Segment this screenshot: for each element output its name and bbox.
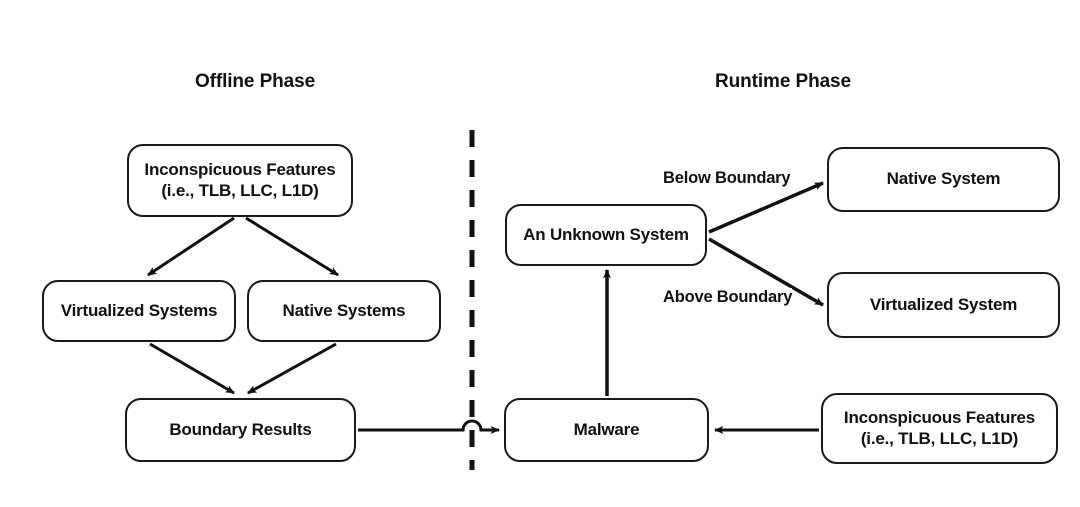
edge-features-to-virtualized — [147, 216, 235, 277]
node-label: Virtualized Systems — [60, 300, 218, 320]
node-malware[interactable]: Malware — [504, 398, 709, 462]
edge-native-to-boundary — [247, 342, 337, 395]
node-label: Malware — [573, 419, 640, 439]
node-virtualized-system[interactable]: Virtualized System — [827, 272, 1060, 338]
node-boundary-results[interactable]: Boundary Results — [125, 398, 356, 462]
diagram-canvas: Offline Phase Runtime Phase Inconspicuou… — [0, 0, 1080, 507]
node-native-systems[interactable]: Native Systems — [247, 280, 441, 342]
node-inconspicuous-features-offline[interactable]: Inconspicuous Features (i.e., TLB, LLC, … — [127, 144, 353, 217]
node-label: An Unknown System — [523, 224, 689, 244]
node-inconspicuous-features-runtime[interactable]: Inconspicuous Features (i.e., TLB, LLC, … — [821, 393, 1058, 464]
edge-features-to-native — [245, 216, 339, 277]
edge-label-below-boundary: Below Boundary — [663, 169, 791, 188]
edge-label-above-boundary: Above Boundary — [663, 288, 793, 307]
node-label: Inconspicuous Features (i.e., TLB, LLC, … — [843, 407, 1036, 448]
edge-virtualized-to-boundary — [149, 342, 235, 395]
node-virtualized-systems[interactable]: Virtualized Systems — [42, 280, 236, 342]
node-label: Native Systems — [282, 300, 406, 320]
phase-title-offline: Offline Phase — [194, 71, 316, 92]
node-label: Inconspicuous Features (i.e., TLB, LLC, … — [144, 159, 336, 200]
node-label: Virtualized System — [869, 294, 1018, 314]
edge-unknown-to-native-system — [708, 181, 825, 234]
node-an-unknown-system[interactable]: An Unknown System — [505, 204, 707, 266]
node-label: Boundary Results — [169, 419, 312, 439]
node-native-system[interactable]: Native System — [827, 147, 1060, 212]
edge-boundary-to-malware — [358, 419, 501, 434]
node-label: Native System — [886, 169, 1001, 189]
phase-title-runtime: Runtime Phase — [715, 71, 851, 92]
